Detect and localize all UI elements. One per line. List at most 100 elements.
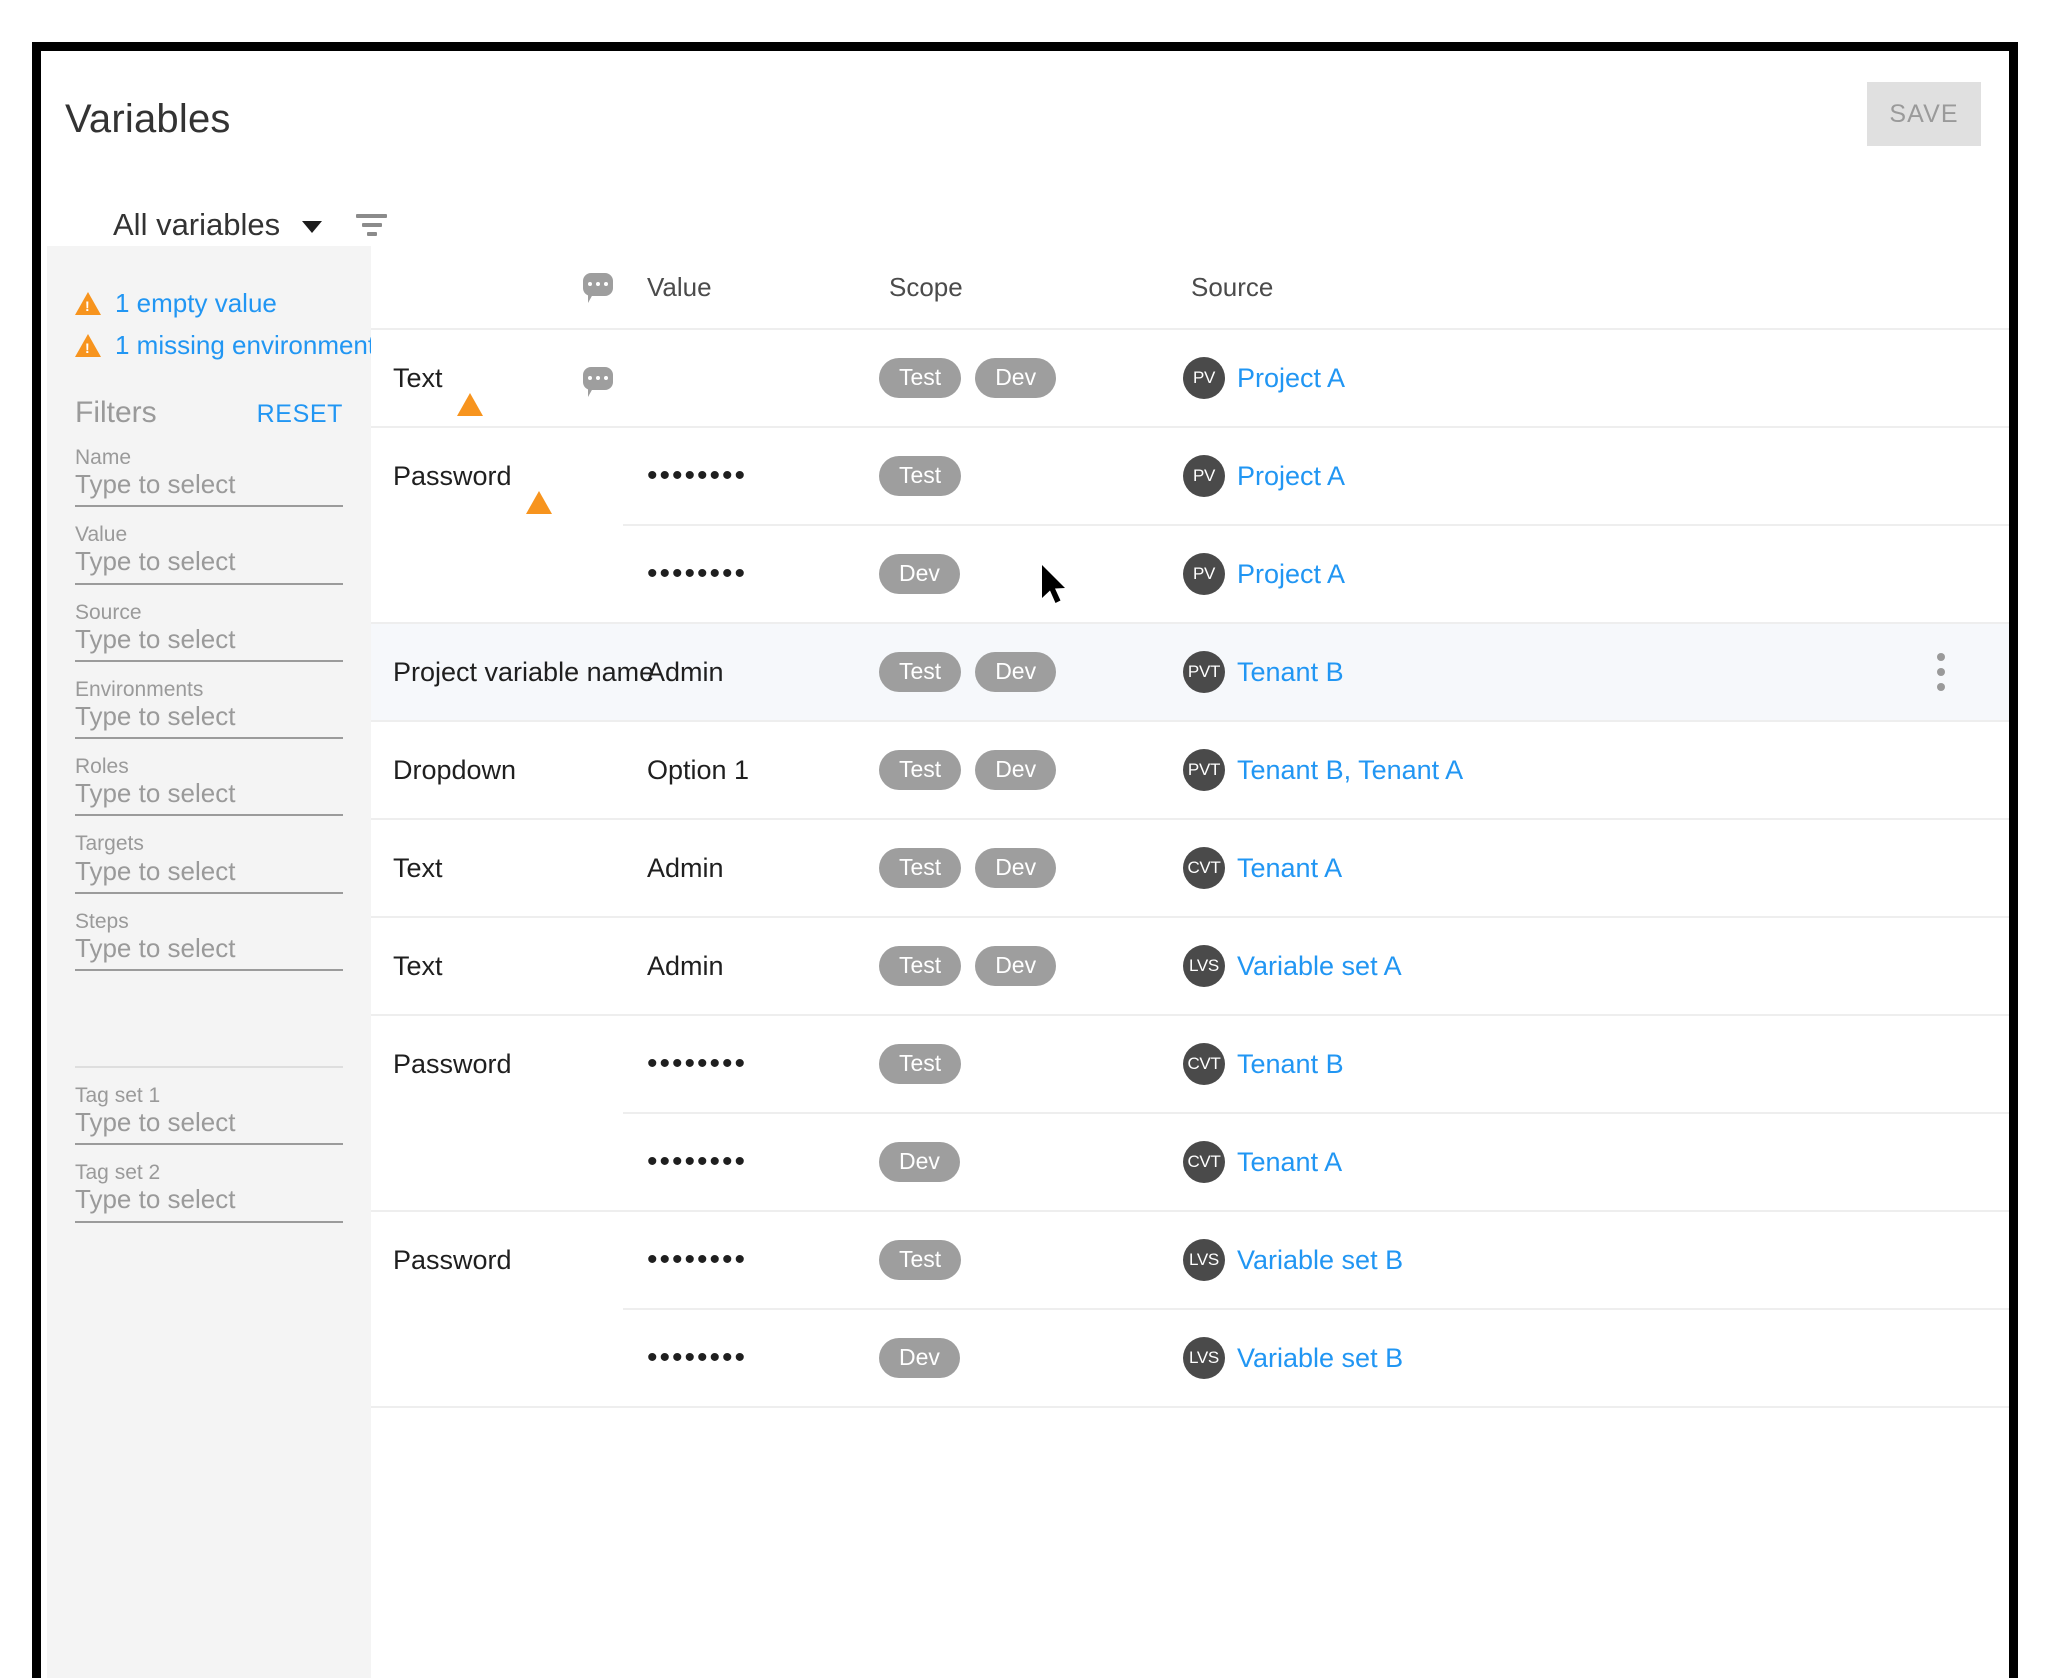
scope-chip[interactable]: Test [879, 750, 962, 790]
variable-group[interactable]: Project variable name Admin Test Dev PVT Tena… [371, 622, 2009, 720]
variables-scope-dropdown[interactable]: All variables [113, 207, 323, 243]
source-link[interactable]: Tenant B [1237, 1049, 1344, 1080]
table-row[interactable]: •••••••• Dev CVT Tenant A [623, 1112, 2009, 1210]
filter-field-label: Tag set 2 [75, 1161, 161, 1185]
variable-group[interactable]: Password •••••••• Test CVT Tenant B •••••••• D… [371, 1014, 2009, 1210]
source[interactable]: CVT Tenant B [1183, 1043, 1344, 1085]
filter-field-input[interactable]: Type to select [75, 469, 343, 508]
alert-label[interactable]: 1 missing environment [115, 330, 371, 361]
source[interactable]: LVS Variable set A [1183, 945, 1402, 987]
scope-chip[interactable]: Dev [975, 946, 1057, 986]
scope-chip-group: Dev [879, 554, 960, 594]
save-button[interactable]: SAVE [1867, 82, 1981, 146]
scope-chip[interactable]: Test [879, 358, 962, 398]
filter-field-input[interactable]: Type to select [75, 778, 343, 817]
variable-value-masked[interactable]: •••••••• [647, 1341, 747, 1375]
source-link[interactable]: Project A [1237, 363, 1345, 394]
table-row[interactable]: Password •••••••• Test LVS Variable set B [371, 1212, 2009, 1308]
source[interactable]: LVS Variable set B [1183, 1239, 1403, 1281]
scope-chip[interactable]: Dev [879, 1142, 960, 1182]
variable-group[interactable]: Text Admin Test Dev CVT Tenant A [371, 818, 2009, 916]
source[interactable]: CVT Tenant A [1183, 1141, 1342, 1183]
table-row[interactable]: Project variable name Admin Test Dev PVT Tena… [371, 624, 2009, 720]
source-link[interactable]: Tenant B, Tenant A [1237, 755, 1463, 786]
source[interactable]: LVS Variable set B [1183, 1337, 1403, 1379]
filter-field-input[interactable]: Type to select [75, 624, 343, 662]
filter-field-label: Value [75, 523, 128, 547]
variable-value-masked[interactable]: •••••••• [647, 1243, 747, 1277]
filter-field-input[interactable]: Type to select [75, 856, 343, 894]
variable-name: Password [393, 460, 552, 514]
variable-value[interactable]: Admin [647, 657, 724, 688]
filter-field-label: Targets [75, 832, 144, 856]
source-link[interactable]: Tenant A [1237, 1147, 1342, 1178]
alert-row[interactable]: 1 missing environment✖ [75, 324, 371, 366]
filter-field-label: Roles [75, 755, 129, 779]
alert-row[interactable]: 1 empty value [75, 282, 371, 324]
scope-chip[interactable]: Test [879, 946, 962, 986]
table-row[interactable]: Text Test Dev PV Project A [371, 330, 2009, 426]
source-link[interactable]: Variable set B [1237, 1245, 1403, 1276]
variable-value[interactable]: Admin [647, 853, 724, 884]
scope-chip[interactable]: Dev [975, 358, 1057, 398]
source[interactable]: PV Project A [1183, 553, 1345, 595]
source-link[interactable]: Project A [1237, 461, 1345, 492]
scope-chip[interactable]: Dev [975, 750, 1057, 790]
filter-field-input[interactable]: Type to select [75, 933, 343, 971]
scope-chip[interactable]: Test [879, 652, 962, 692]
scope-chip[interactable]: Test [879, 1044, 962, 1084]
source-link[interactable]: Tenant A [1237, 853, 1342, 884]
table-row[interactable]: Text Admin Test Dev CVT Tenant A [371, 820, 2009, 916]
table-row[interactable]: •••••••• Dev PV Project A [623, 524, 2009, 622]
table-row[interactable]: Text Admin Test Dev LVS Variable set A [371, 918, 2009, 1014]
filter-field-input[interactable]: Type to select [75, 1184, 343, 1223]
variable-group[interactable]: Password •••••••• Test LVS Variable set B •••… [371, 1210, 2009, 1408]
variable-value-masked[interactable]: •••••••• [647, 557, 747, 591]
variable-group[interactable]: Text Admin Test Dev LVS Variable set A [371, 916, 2009, 1014]
filter-field-input[interactable] [75, 1030, 343, 1069]
filters-reset-button[interactable]: RESET [257, 400, 343, 429]
variable-value-cell: Option 1 [647, 722, 749, 818]
variable-group[interactable]: Dropdown Option 1 Test Dev PVT Tenant B, Tena… [371, 720, 2009, 818]
scope-chip[interactable]: Test [879, 848, 962, 888]
source-link[interactable]: Variable set B [1237, 1343, 1403, 1374]
variable-value-masked[interactable]: •••••••• [647, 459, 747, 493]
table-row[interactable]: •••••••• Dev LVS Variable set B [623, 1308, 2009, 1406]
comment-icon[interactable] [583, 366, 613, 397]
variable-group[interactable]: Text Test Dev PV Project A [371, 328, 2009, 426]
source-link[interactable]: Project A [1237, 559, 1345, 590]
alert-label[interactable]: 1 empty value [115, 288, 277, 319]
source-link[interactable]: Variable set A [1237, 951, 1402, 982]
variable-scope-cell: Dev [879, 1310, 960, 1406]
table-row[interactable]: Password •••••••• Test PV Project A [371, 428, 2009, 524]
variable-group[interactable]: Password •••••••• Test PV Project A •••••••• D… [371, 426, 2009, 622]
table-row[interactable]: Password •••••••• Test CVT Tenant B [371, 1016, 2009, 1112]
variable-name: Password [393, 1244, 512, 1275]
variable-source-cell: CVT Tenant B [1183, 1016, 1344, 1112]
source-link[interactable]: Tenant B [1237, 657, 1344, 688]
variable-name-cell: Text [393, 918, 443, 1014]
scope-chip[interactable]: Dev [975, 848, 1057, 888]
scope-chip[interactable]: Dev [879, 1338, 960, 1378]
source[interactable]: CVT Tenant A [1183, 847, 1342, 889]
table-row[interactable]: Dropdown Option 1 Test Dev PVT Tenant B, Tena… [371, 722, 2009, 818]
scope-chip[interactable]: Dev [975, 652, 1057, 692]
source[interactable]: PVT Tenant B [1183, 651, 1344, 693]
variable-name: Password [393, 1048, 512, 1079]
filter-field-input[interactable]: Type to select [75, 546, 343, 585]
source[interactable]: PV Project A [1183, 357, 1345, 399]
variable-value-masked[interactable]: •••••••• [647, 1145, 747, 1179]
variable-value[interactable]: Admin [647, 951, 724, 982]
variable-value[interactable]: Option 1 [647, 755, 749, 786]
scope-chip[interactable]: Test [879, 1240, 962, 1280]
variable-value-masked[interactable]: •••••••• [647, 1047, 747, 1081]
source[interactable]: PV Project A [1183, 455, 1345, 497]
scope-chip[interactable]: Dev [879, 554, 960, 594]
filter-list-icon[interactable] [356, 214, 388, 236]
filter-field-input[interactable]: Type to select [75, 701, 343, 740]
overflow-menu-icon[interactable] [1937, 653, 1945, 691]
filter-field-input[interactable]: Type to select [75, 1107, 343, 1146]
variable-source-cell: LVS Variable set A [1183, 918, 1402, 1014]
scope-chip[interactable]: Test [879, 456, 962, 496]
source[interactable]: PVT Tenant B, Tenant A [1183, 749, 1463, 791]
